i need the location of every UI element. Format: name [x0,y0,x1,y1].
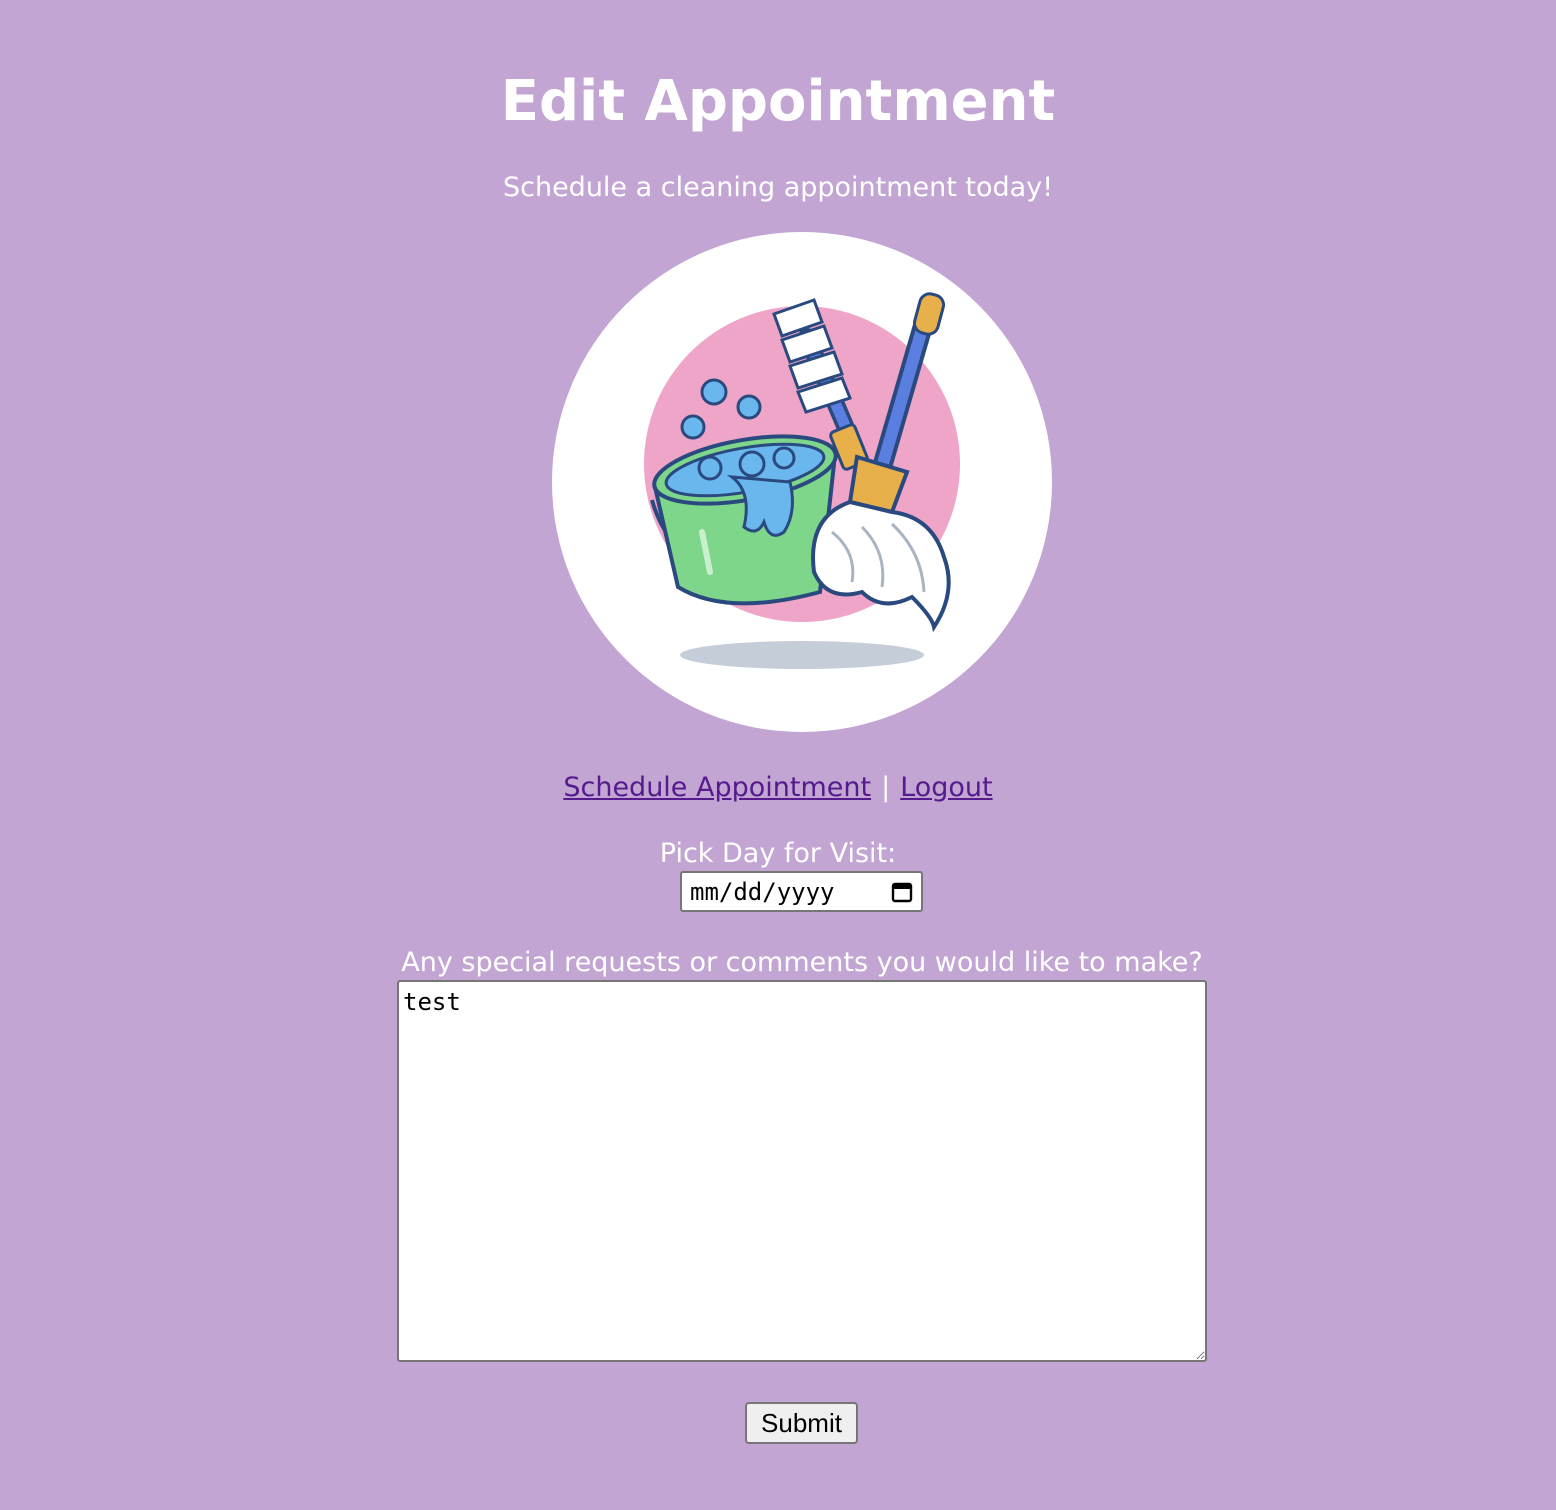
cleaning-supplies-icon [552,232,1052,732]
calendar-icon[interactable] [891,881,913,903]
page-subtitle: Schedule a cleaning appointment today! [502,172,1054,203]
comments-label: Any special requests or comments you wou… [401,947,1203,978]
submit-button[interactable]: Submit [745,1402,858,1444]
nav-separator: | [881,772,891,803]
page-title: Edit Appointment [500,69,1056,134]
date-input[interactable]: mm/dd/yyyy [680,871,923,912]
date-label: Pick Day for Visit: [659,838,897,869]
schedule-appointment-link[interactable]: Schedule Appointment [563,772,871,803]
date-placeholder: mm/dd/yyyy [690,877,835,906]
comments-textarea[interactable]: test [397,980,1207,1362]
nav-links: Schedule Appointment | Logout [0,768,1556,808]
logout-link[interactable]: Logout [900,772,992,803]
